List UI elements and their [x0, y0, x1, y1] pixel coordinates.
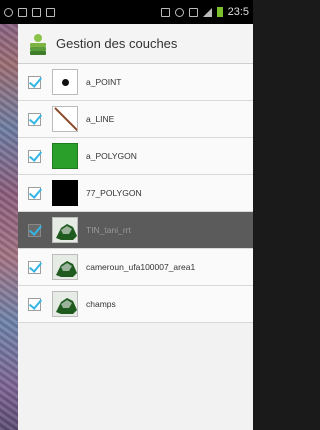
layer-name: a_LINE [86, 114, 115, 124]
wifi-icon [188, 7, 198, 17]
layer-name: champs [86, 299, 116, 309]
layer-row[interactable]: 77_POLYGON [18, 175, 253, 212]
layer-name: a_POINT [86, 77, 122, 87]
raster-layer-icon [52, 217, 78, 243]
screenshot-icon [32, 7, 41, 17]
map-background [0, 0, 18, 430]
black-polygon-symbol-icon [52, 180, 78, 206]
battery-icon [216, 7, 223, 17]
layer-visibility-checkbox[interactable] [28, 112, 41, 126]
layer-visibility-checkbox[interactable] [28, 260, 41, 274]
alarm-icon [174, 7, 184, 17]
layer-name: cameroun_ufa100007_area1 [86, 262, 196, 272]
point-symbol-icon [52, 69, 78, 95]
mute-icon [160, 7, 170, 17]
layer-manager-panel: Gestion des couches a_POINT a_LINE a_POL… [18, 24, 253, 430]
raster-layer-icon [52, 291, 78, 317]
raster-layer-icon [52, 254, 78, 280]
layer-visibility-checkbox[interactable] [28, 75, 41, 89]
status-time: 23:5 [227, 6, 249, 18]
sd-card-icon [46, 7, 55, 17]
line-symbol-icon [52, 106, 78, 132]
green-polygon-symbol-icon [52, 143, 78, 169]
layer-row[interactable]: a_POINT [18, 64, 253, 101]
gps-icon [4, 7, 13, 17]
layer-list: a_POINT a_LINE a_POLYGON 77_POLYGON TIN_… [18, 64, 253, 323]
layers-icon [28, 33, 48, 55]
layer-visibility-checkbox[interactable] [28, 149, 41, 163]
layer-row-selected[interactable]: TIN_tani_rrt [18, 212, 253, 249]
layer-name: a_POLYGON [86, 151, 137, 161]
layer-name: TIN_tani_rrt [86, 225, 131, 235]
signal-icon [202, 7, 212, 17]
layer-visibility-checkbox[interactable] [28, 186, 41, 200]
layer-row[interactable]: cameroun_ufa100007_area1 [18, 249, 253, 286]
layer-row[interactable]: champs [18, 286, 253, 323]
image-icon [18, 7, 27, 17]
layer-visibility-checkbox[interactable] [28, 297, 41, 311]
layer-name: 77_POLYGON [86, 188, 142, 198]
panel-header: Gestion des couches [18, 24, 253, 64]
status-bar: 23:5 [0, 0, 253, 24]
page-title: Gestion des couches [56, 36, 178, 51]
layer-row[interactable]: a_POLYGON [18, 138, 253, 175]
layer-row[interactable]: a_LINE [18, 101, 253, 138]
layer-visibility-checkbox[interactable] [28, 223, 41, 237]
